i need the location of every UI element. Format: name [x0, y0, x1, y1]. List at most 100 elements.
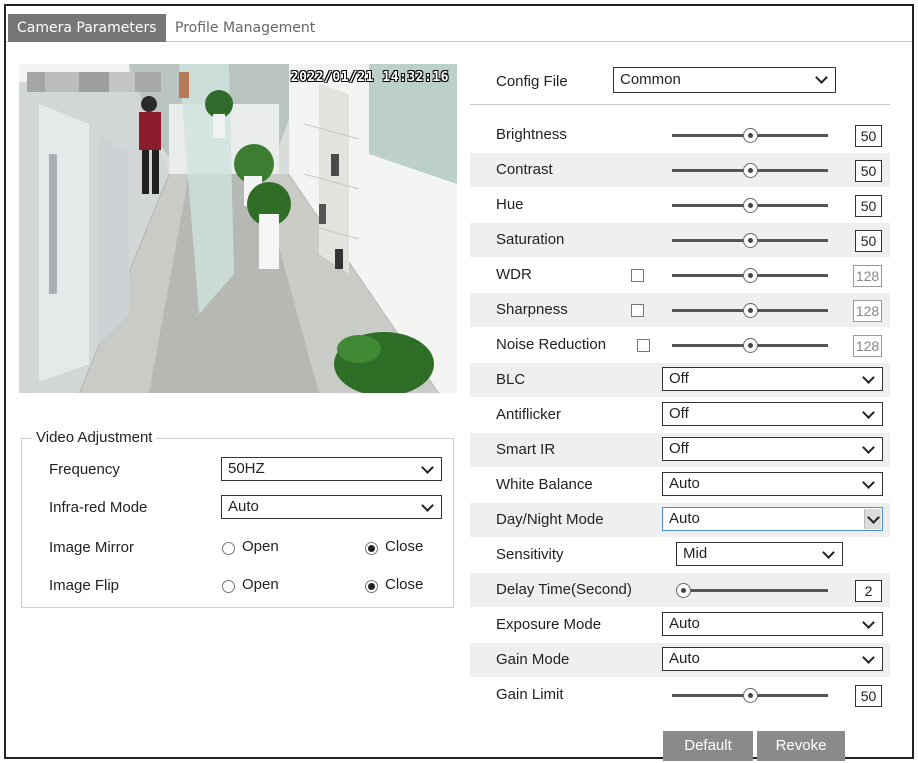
brightness-value[interactable]: 50	[855, 125, 882, 147]
contrast-label: Contrast	[496, 161, 553, 178]
smart-ir-select[interactable]: Off	[662, 437, 883, 461]
frequency-row: Frequency 50HZ	[22, 457, 453, 483]
saturation-row: Saturation 50	[470, 223, 890, 257]
day-night-mode-row: Day/Night Mode Auto	[470, 503, 890, 537]
wdr-value[interactable]: 128	[853, 265, 882, 287]
gain-mode-label: Gain Mode	[496, 651, 570, 668]
exposure-mode-value: Auto	[669, 615, 700, 632]
noise-reduction-label: Noise Reduction	[496, 336, 607, 353]
sharpness-slider[interactable]	[672, 303, 828, 318]
video-adjustment-title: Video Adjustment	[32, 429, 157, 446]
image-mirror-label: Image Mirror	[49, 539, 135, 556]
tab-profile-management[interactable]: Profile Management	[166, 14, 324, 42]
antiflicker-row: Antiflicker Off	[470, 398, 890, 432]
chevron-down-icon	[421, 498, 435, 516]
chevron-down-icon	[864, 509, 881, 529]
sensitivity-value: Mid	[683, 545, 708, 562]
noise-reduction-checkbox[interactable]	[637, 339, 650, 352]
video-timestamp: 2022/01/21 14:32:16	[290, 70, 449, 85]
antiflicker-select[interactable]: Off	[662, 402, 883, 426]
revoke-button[interactable]: Revoke	[757, 731, 845, 761]
video-adjustment-group: Video Adjustment Frequency 50HZ Infra-re…	[21, 429, 454, 608]
delay-time-slider[interactable]	[676, 583, 828, 598]
blc-row: BLC Off	[470, 363, 890, 397]
image-flip-close-label: Close	[385, 576, 424, 593]
brightness-slider[interactable]	[672, 128, 828, 143]
chevron-down-icon	[862, 370, 876, 388]
white-balance-value: Auto	[669, 475, 700, 492]
frequency-select[interactable]: 50HZ	[221, 457, 442, 481]
divider	[470, 104, 890, 105]
slider-thumb[interactable]	[742, 303, 758, 318]
noise-reduction-row: Noise Reduction 128	[470, 328, 890, 362]
hue-label: Hue	[496, 196, 524, 213]
wdr-label: WDR	[496, 266, 532, 283]
infrared-mode-select[interactable]: Auto	[221, 495, 442, 519]
frequency-value: 50HZ	[228, 460, 265, 477]
exposure-mode-row: Exposure Mode Auto	[470, 608, 890, 642]
gain-mode-select[interactable]: Auto	[662, 647, 883, 671]
image-parameters-panel: Config File Common Brightness 50 Contras…	[470, 64, 890, 761]
slider-track	[676, 589, 828, 592]
chevron-down-icon	[862, 405, 876, 423]
image-flip-row: Image Flip Open Close	[22, 573, 453, 599]
slider-thumb[interactable]	[742, 128, 758, 143]
chevron-down-icon	[862, 615, 876, 633]
brightness-row: Brightness 50	[470, 118, 890, 152]
gain-limit-slider[interactable]	[672, 688, 828, 703]
antiflicker-label: Antiflicker	[496, 406, 562, 423]
image-mirror-row: Image Mirror Open Close	[22, 535, 453, 561]
tab-bar: Camera Parameters Profile Management	[6, 6, 912, 42]
sensitivity-select[interactable]: Mid	[676, 542, 843, 566]
slider-thumb[interactable]	[742, 338, 758, 353]
slider-thumb[interactable]	[742, 233, 758, 248]
noise-reduction-slider[interactable]	[672, 338, 828, 353]
live-video-preview[interactable]: 2022/01/21 14:32:16	[19, 64, 457, 393]
exposure-mode-select[interactable]: Auto	[662, 612, 883, 636]
exposure-mode-label: Exposure Mode	[496, 616, 602, 633]
slider-thumb[interactable]	[742, 163, 758, 178]
chevron-down-icon	[815, 70, 829, 88]
gain-limit-row: Gain Limit 50	[470, 678, 890, 712]
slider-thumb[interactable]	[676, 583, 691, 598]
saturation-slider[interactable]	[672, 233, 828, 248]
wdr-row: WDR 128	[470, 258, 890, 292]
hue-value[interactable]: 50	[855, 195, 882, 217]
gain-mode-row: Gain Mode Auto	[470, 643, 890, 677]
saturation-value[interactable]: 50	[855, 230, 882, 252]
default-button[interactable]: Default	[663, 731, 753, 761]
slider-thumb[interactable]	[742, 198, 758, 213]
contrast-value[interactable]: 50	[855, 160, 882, 182]
wdr-slider[interactable]	[672, 268, 828, 283]
white-balance-select[interactable]: Auto	[662, 472, 883, 496]
blc-label: BLC	[496, 371, 526, 388]
brightness-label: Brightness	[496, 126, 567, 143]
sharpness-checkbox[interactable]	[631, 304, 644, 317]
contrast-row: Contrast 50	[470, 153, 890, 187]
sensitivity-label: Sensitivity	[496, 546, 564, 563]
gain-limit-value[interactable]: 50	[855, 685, 882, 707]
contrast-slider[interactable]	[672, 163, 828, 178]
delay-time-value[interactable]: 2	[855, 580, 882, 602]
slider-thumb[interactable]	[742, 268, 758, 283]
radio-off-icon	[222, 542, 235, 555]
antiflicker-value: Off	[669, 405, 689, 422]
tab-camera-parameters[interactable]: Camera Parameters	[8, 14, 166, 42]
sharpness-row: Sharpness 128	[470, 293, 890, 327]
sharpness-label: Sharpness	[496, 301, 568, 318]
chevron-down-icon	[421, 460, 435, 478]
delay-time-label: Delay Time(Second)	[496, 581, 632, 598]
smart-ir-label: Smart IR	[496, 441, 556, 458]
slider-thumb[interactable]	[742, 688, 758, 703]
blc-select[interactable]: Off	[662, 367, 883, 391]
frequency-label: Frequency	[49, 461, 120, 478]
smart-ir-row: Smart IR Off	[470, 433, 890, 467]
sharpness-value[interactable]: 128	[853, 300, 882, 322]
config-file-select[interactable]: Common	[613, 67, 836, 93]
smart-ir-value: Off	[669, 440, 689, 457]
wdr-checkbox[interactable]	[631, 269, 644, 282]
hue-slider[interactable]	[672, 198, 828, 213]
day-night-mode-select[interactable]: Auto	[662, 507, 883, 531]
noise-reduction-value[interactable]: 128	[853, 335, 882, 357]
day-night-mode-value: Auto	[669, 510, 700, 527]
